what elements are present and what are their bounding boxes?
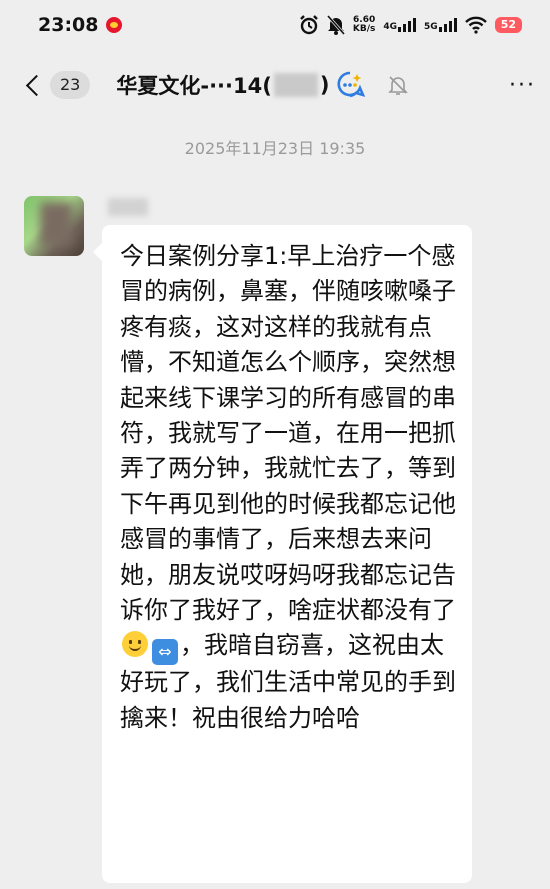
sender-avatar[interactable] <box>24 196 84 256</box>
redacted-title-part <box>273 73 318 97</box>
back-arrow-icon[interactable] <box>26 74 40 96</box>
ai-assistant-icon[interactable] <box>335 70 366 100</box>
net-speed: 6.60 KB/s <box>353 16 375 34</box>
chat-title-close: ) <box>319 73 330 97</box>
alarm-icon <box>300 15 318 35</box>
more-options-icon[interactable]: ··· <box>509 73 536 98</box>
chat-title-text: 华夏文化-···14( <box>116 74 272 98</box>
message-text: 今日案例分享1:早上治疗一个感冒的病例，鼻塞，伴随咳嗽嗓子疼有痰，这对这样的我就… <box>120 239 460 736</box>
message-text-part1: 今日案例分享1:早上治疗一个感冒的病例，鼻塞，伴随咳嗽嗓子疼有痰，这对这样的我就… <box>120 242 456 625</box>
muted-bell-icon[interactable] <box>387 74 409 96</box>
signal-bars-icon <box>398 18 417 32</box>
weibo-notification-icon <box>106 17 123 33</box>
sim2-label: 5G <box>424 22 438 32</box>
battery-indicator: 52 <box>494 17 522 33</box>
sender-name-redacted <box>108 198 148 216</box>
message-bubble[interactable]: 今日案例分享1:早上治疗一个感冒的病例，鼻塞，伴随咳嗽嗓子疼有痰，这对这样的我就… <box>93 225 472 883</box>
chat-header: 23 华夏文化-···14( ) ··· <box>0 50 550 120</box>
mute-bell-icon <box>326 15 345 35</box>
status-time: 23:08 <box>38 14 99 36</box>
signal-bars-icon <box>438 18 457 32</box>
status-left: 23:08 <box>38 14 123 36</box>
status-right: 6.60 KB/s 4G 5G 52 <box>299 15 522 35</box>
sim1-label: 4G <box>383 22 398 32</box>
chat-title[interactable]: 华夏文化-···14( ) <box>116 70 329 100</box>
wifi-icon <box>464 16 487 34</box>
left-right-arrow-emoji-icon: ⇔ <box>152 639 178 666</box>
sim2-signal: 5G <box>424 18 457 32</box>
smile-emoji-icon <box>122 631 148 658</box>
status-bar: 23:08 6.60 KB/s 4G 5G 52 <box>0 0 550 50</box>
message-timestamp: 2025年11月23日 19:35 <box>184 139 366 158</box>
unread-count-badge[interactable]: 23 <box>50 71 91 99</box>
avatar-redaction <box>40 202 72 246</box>
net-speed-unit: KB/s <box>352 24 376 34</box>
sim1-signal: 4G <box>383 18 417 32</box>
